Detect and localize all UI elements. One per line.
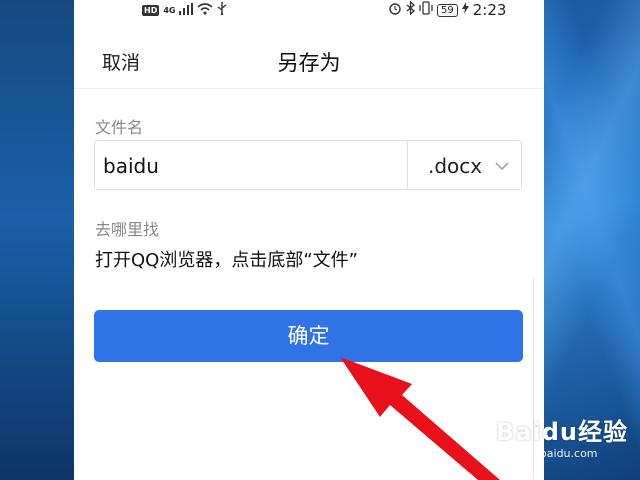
filename-label: 文件名 (95, 118, 144, 137)
hd-badge: HD (142, 5, 160, 16)
phone-screen: HD 4G 59 2:23 取消 另存为 文件名 baidu .docx 去哪里… (74, 0, 544, 480)
extension-dropdown[interactable]: .docx (407, 141, 523, 189)
desktop-background-right (540, 0, 640, 480)
location-label: 去哪里找 (95, 220, 160, 239)
signal-icon (179, 2, 194, 19)
wifi-icon (197, 2, 214, 19)
vibrate-icon (419, 1, 433, 19)
filename-input[interactable] (103, 151, 403, 181)
watermark-logo: Baidu经验 (496, 418, 628, 446)
page-title: 另存为 (277, 51, 341, 75)
confirm-button[interactable]: 确定 (94, 310, 523, 362)
desktop-background-left (0, 0, 74, 480)
chevron-down-icon (494, 157, 510, 171)
clock: 2:23 (472, 1, 507, 19)
dialog-header: 取消 另存为 (74, 28, 544, 89)
filename-field-group: .docx (94, 140, 522, 190)
bluetooth-icon (406, 0, 415, 19)
location-hint: 打开QQ浏览器，点击底部“文件” (95, 250, 358, 271)
watermark-url: jingyan.baidu.com (496, 447, 598, 460)
alarm-icon (388, 1, 402, 19)
extension-value: .docx (428, 154, 483, 178)
baidu-jingyan-watermark: Baidu经验 jingyan.baidu.com (496, 412, 636, 472)
battery-indicator: 59 (437, 3, 458, 17)
charging-icon (461, 2, 469, 18)
status-right: 59 2:23 (388, 0, 507, 19)
status-bar: HD 4G 59 2:23 (74, 0, 544, 20)
network-type: 4G (163, 5, 176, 15)
status-left: HD 4G (142, 2, 227, 19)
usb-icon (217, 2, 227, 19)
